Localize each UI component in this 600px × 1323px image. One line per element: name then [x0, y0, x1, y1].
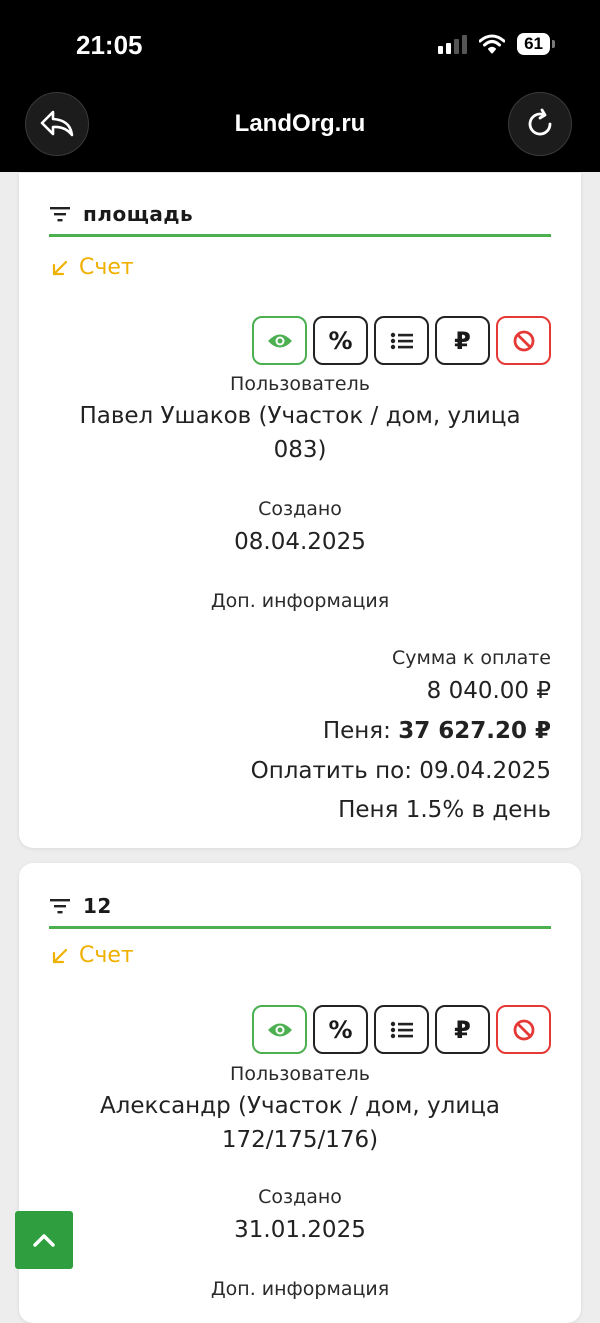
eye-icon [267, 1023, 292, 1036]
penalty-line: Пеня: 37 627.20 ₽ [323, 714, 551, 748]
filter-icon [50, 898, 70, 913]
percent-icon: % [328, 326, 353, 355]
action-buttons: % ₽ [252, 1005, 551, 1054]
action-buttons: % ₽ [252, 316, 551, 365]
reload-icon [528, 108, 552, 136]
due-date: Оплатить по: 09.04.2025 [250, 758, 551, 784]
filter-icon [50, 206, 70, 221]
invoice-type-label: Счет [79, 255, 134, 280]
cellular-signal-icon [438, 34, 468, 54]
created-label: Создано [258, 1186, 342, 1208]
created-date: 31.01.2025 [234, 1217, 366, 1243]
arrow-down-left-icon [52, 948, 68, 963]
extra-info-label: Доп. информация [210, 1278, 390, 1300]
arrow-down-left-icon [52, 260, 68, 275]
user-label: Пользователь [230, 1063, 370, 1085]
details-button[interactable] [374, 1005, 429, 1054]
view-button[interactable] [252, 316, 307, 365]
ruble-icon: ₽ [454, 326, 471, 355]
wifi-icon [479, 34, 506, 54]
invoice-type-label: Счет [79, 943, 134, 968]
eye-icon [267, 334, 292, 347]
penalty-label: Пеня: [322, 718, 391, 744]
card-header-label: площадь [83, 201, 194, 226]
extra-info-label: Доп. информация [210, 590, 390, 612]
penalty-rate: Пеня 1.5% в день [338, 797, 551, 823]
invoice-type: Счет [51, 943, 134, 968]
list-icon [390, 332, 413, 349]
user-name: Павел Ушаков (Участок / дом, улица [79, 403, 521, 429]
discount-button[interactable]: % [313, 316, 368, 365]
status-icons: 61 [438, 33, 555, 55]
user-name-cont: 172/175/176) [221, 1127, 379, 1153]
battery-indicator: 61 [517, 33, 555, 55]
invoice-card: площадь Счет % ₽ Пользователь Павел Ушак… [19, 173, 581, 848]
user-label: Пользователь [230, 373, 370, 395]
pay-button[interactable]: ₽ [435, 316, 490, 365]
invoice-type: Счет [51, 255, 134, 280]
percent-icon: % [328, 1015, 353, 1044]
cancel-invoice-button[interactable] [496, 1005, 551, 1054]
card-header: 12 [49, 885, 551, 929]
view-button[interactable] [252, 1005, 307, 1054]
scroll-to-top-button[interactable] [15, 1211, 73, 1269]
block-icon [513, 330, 534, 351]
top-bar: 21:05 61 LandOrg.ru [0, 0, 600, 172]
penalty-value: 37 627.20 ₽ [398, 718, 551, 744]
cancel-invoice-button[interactable] [496, 316, 551, 365]
ruble-icon: ₽ [454, 1015, 471, 1044]
user-name: Александр (Участок / дом, улица [99, 1093, 501, 1119]
block-icon [513, 1019, 534, 1040]
user-name-cont: 083) [273, 437, 327, 463]
amount-label: Сумма к оплате [392, 647, 551, 669]
discount-button[interactable]: % [313, 1005, 368, 1054]
created-label: Создано [258, 498, 342, 520]
details-button[interactable] [374, 316, 429, 365]
created-date: 08.04.2025 [234, 529, 366, 555]
list-icon [390, 1021, 413, 1038]
reload-button[interactable] [508, 92, 572, 156]
status-time: 21:05 [76, 30, 143, 60]
invoice-card: 12 Счет % ₽ Пользователь Александр (Учас… [19, 863, 581, 1323]
pay-button[interactable]: ₽ [435, 1005, 490, 1054]
chevron-up-icon [33, 1234, 55, 1247]
card-header-label: 12 [83, 893, 112, 918]
amount-value: 8 040.00 ₽ [426, 678, 551, 704]
card-header: площадь [49, 193, 551, 237]
